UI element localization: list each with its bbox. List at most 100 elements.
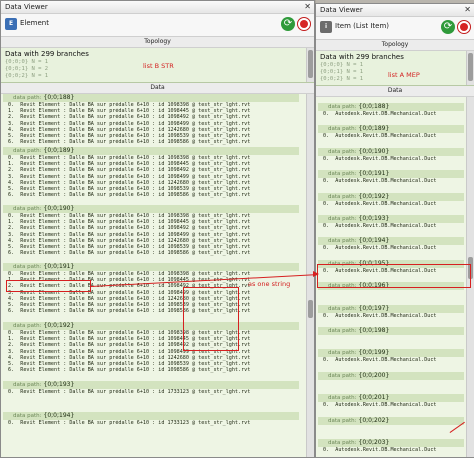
window-titlebar[interactable]: Data Viewer ✕ [1,1,314,14]
data-row[interactable]: 0. Autodesk.Revit.DB.Mechanical.Duct [318,201,464,207]
list-label-annotation: list B STR [143,62,174,70]
list-label-annotation: list A MEP [388,71,420,79]
data-path-value: {0;0;188} [43,94,75,101]
data-path-prefix: data path: [328,193,357,200]
data-row[interactable]: 0. Autodesk.Revit.DB.Mechanical.Duct [318,223,464,229]
component-header: E Element ⟳ [1,14,314,37]
data-path-value: {0;0;188} [358,103,390,110]
data-row[interactable]: 6. Revit Element : Dalle BA sur prédalle… [3,367,299,373]
data-branch: data path: {0;0;203} 0. Autodesk.Revit.DB.… [318,439,464,453]
data-branch: data path: {0;0;198} [318,327,464,335]
scrollbar-thumb[interactable] [308,50,313,78]
data-row[interactable]: 0. Autodesk.Revit.DB.Mechanical.Duct [318,245,464,251]
data-path-prefix: data path: [328,440,357,446]
data-path-value: {0;0;192} [358,192,390,200]
topology-panel: Data with 299 branches {0;0;0} N = 1 {0;… [1,48,314,83]
data-path-prefix: data path: [328,395,357,402]
refresh-button[interactable]: ⟳ [441,20,455,34]
data-row[interactable]: 0. Revit Element : Dalle BA sur prédalle… [3,389,299,395]
data-row[interactable]: 0. Autodesk.Revit.DB.Mechanical.Duct [318,178,464,184]
data-viewer-window-left: Data Viewer ✕ E Element ⟳ Topology Data … [0,0,315,458]
data-row[interactable]: 6. Revit Element : Dalle BA sur prédalle… [3,139,299,145]
data-branch: data path: {0;0;193} 0. Revit Element : Da… [3,381,299,395]
data-path-prefix: data path: [13,413,42,419]
scrollbar-thumb[interactable] [468,53,473,81]
data-row[interactable]: 0. Autodesk.Revit.DB.Mechanical.Duct [318,313,464,319]
data-path-value: {0;0;191} [43,263,75,270]
data-path-header: data path: {0;0;188} [318,103,464,111]
close-icon[interactable]: ✕ [304,1,311,13]
highlight-ids [183,287,239,351]
data-viewer-window-right: Data Viewer ✕ i Item (List Item) ⟳ Topol… [315,3,474,458]
data-row[interactable]: 0. Autodesk.Revit.DB.Mechanical.Duct [318,447,464,453]
data-branch: data path: {0;0;192} 0. Revit Element : Da… [3,322,299,373]
data-branch: data path: {0;0;201} 0. Autodesk.Revit.DB.… [318,394,464,408]
branch-summary: Data with 299 branches [5,50,89,58]
topology-section-header[interactable]: Topology [316,40,474,51]
data-path-value: {0;0;192} [43,322,75,329]
data-path-header: data path: {0;0;200} [318,371,464,380]
disable-button[interactable] [297,17,311,31]
data-row[interactable]: 0. Autodesk.Revit.DB.Mechanical.Duct [318,133,464,139]
data-path-prefix: data path: [13,264,42,270]
data-path-prefix: data path: [328,104,357,110]
data-path-header: data path: {0;0;194} [318,237,464,246]
window-titlebar[interactable]: Data Viewer ✕ [316,4,474,17]
data-path-prefix: data path: [328,350,357,357]
data-branch: data path: {0;0;193} 0. Autodesk.Revit.DB.… [318,215,464,229]
data-section-header[interactable]: Data [316,86,474,97]
topology-scrollbar[interactable] [466,51,474,85]
data-path-value: {0;0;189} [43,147,75,154]
data-path-value: {0;0;193} [358,215,390,222]
data-path-prefix: data path: [328,238,357,245]
arrow-head-icon [313,271,319,277]
topology-section-header[interactable]: Topology [1,37,314,48]
data-branch: data path: {0;0;188} 0. Autodesk.Revit.DB.… [318,103,464,117]
data-section-header[interactable]: Data [1,83,314,94]
data-path-value: {0;0;202} [358,416,390,424]
scrollbar-thumb[interactable] [308,300,313,318]
data-path-header: data path: {0;0;198} [318,327,464,335]
data-row[interactable]: 0. Autodesk.Revit.DB.Mechanical.Duct [318,111,464,117]
data-path-value: {0;0;189} [358,125,390,133]
data-row[interactable]: 6. Revit Element : Dalle BA sur prédalle… [3,308,299,314]
data-row[interactable]: 0. Revit Element : Dalle BA sur prédalle… [3,420,299,426]
data-path-prefix: data path: [328,372,357,379]
data-branch: data path: {0;0;197} 0. Autodesk.Revit.DB.… [318,304,464,319]
disable-button[interactable] [457,20,471,34]
data-path-value: {0;0;194} [43,412,75,419]
data-path-header: data path: {0;0;203} [318,439,464,447]
data-path-prefix: data path: [328,216,357,222]
data-path-prefix: data path: [13,323,42,329]
data-branch: data path: {0;0;188} 0. Revit Element : Da… [3,94,299,145]
topology-scrollbar[interactable] [306,48,314,82]
data-path-header: data path: {0;0;202} [318,416,464,425]
data-path-header: data path: {0;0;199} [318,349,464,358]
data-row[interactable]: 0. Autodesk.Revit.DB.Mechanical.Duct [318,357,464,363]
data-path-header: data path: {0;0;190} [3,205,299,213]
data-path-prefix: data path: [13,206,42,212]
data-row[interactable]: 6. Revit Element : Dalle BA sur prédalle… [3,250,299,256]
data-row[interactable]: 0. Autodesk.Revit.DB.Mechanical.Duct [318,402,464,408]
data-path-prefix: data path: [13,95,42,101]
data-branch: data path: {0;0;202} [318,416,464,425]
data-path-header: data path: {0;0;192} [3,322,299,330]
data-path-prefix: data path: [328,417,357,424]
highlight-path-191 [6,280,91,292]
data-path-value: {0;0;203} [358,439,390,446]
data-path-prefix: data path: [328,305,357,312]
data-path-header: data path: {0;0;194} [3,412,299,420]
data-row[interactable]: 0. Autodesk.Revit.DB.Mechanical.Duct [318,156,464,162]
refresh-button[interactable]: ⟳ [281,17,295,31]
component-label: Item (List Item) [335,22,390,30]
data-row[interactable]: 6. Revit Element : Dalle BA sur prédalle… [3,192,299,198]
data-branch: data path: {0;0;189} 0. Autodesk.Revit.DB.… [318,125,464,139]
data-branch: data path: {0;0;194} 0. Autodesk.Revit.DB.… [318,237,464,251]
data-branch: data path: {0;0;190} 0. Autodesk.Revit.DB.… [318,147,464,162]
close-icon[interactable]: ✕ [464,4,471,16]
data-path-value: {0;0;193} [43,381,75,388]
data-path-header: data path: {0;0;201} [318,394,464,403]
topology-line: {0;0;2} N = 1 [5,73,49,79]
as-one-string-annotation: as one string [248,280,291,288]
data-path-header: data path: {0;0;197} [318,304,464,313]
